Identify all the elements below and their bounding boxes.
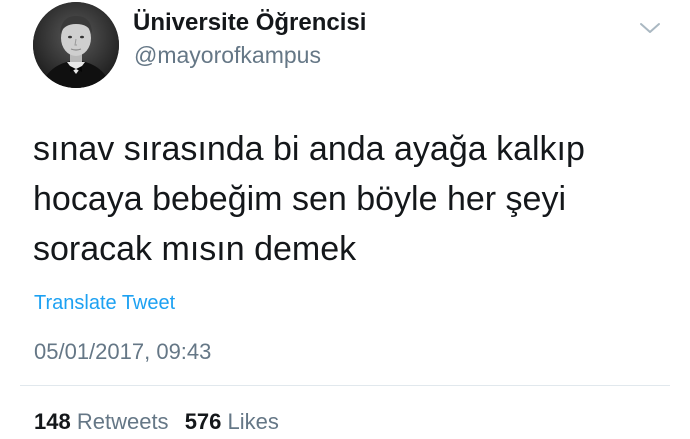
likes-label: Likes (227, 409, 279, 434)
avatar[interactable] (33, 2, 119, 88)
display-name[interactable]: Üniversite Öğrencisi (133, 9, 366, 37)
retweets-stat[interactable]: 148 Retweets (34, 409, 169, 434)
retweets-label: Retweets (76, 409, 169, 434)
username[interactable]: @mayorofkampus (134, 42, 321, 69)
retweets-count: 148 (34, 409, 71, 434)
tweet-timestamp[interactable]: 05/01/2017, 09:43 (34, 339, 211, 365)
chevron-down-icon[interactable] (638, 20, 662, 36)
likes-stat[interactable]: 576 Likes (185, 409, 279, 434)
avatar-image (33, 2, 119, 88)
tweet-text: sınav sırasında bi anda ayağa kalkıp hoc… (33, 130, 585, 268)
likes-count: 576 (184, 409, 222, 434)
tweet-card: Üniversite Öğrencisi @mayorofkampus sına… (0, 0, 690, 439)
divider (20, 385, 670, 386)
tweet-stats: 148 Retweets 576 Likes (34, 409, 289, 435)
translate-tweet-link[interactable]: Translate Tweet (34, 292, 175, 315)
